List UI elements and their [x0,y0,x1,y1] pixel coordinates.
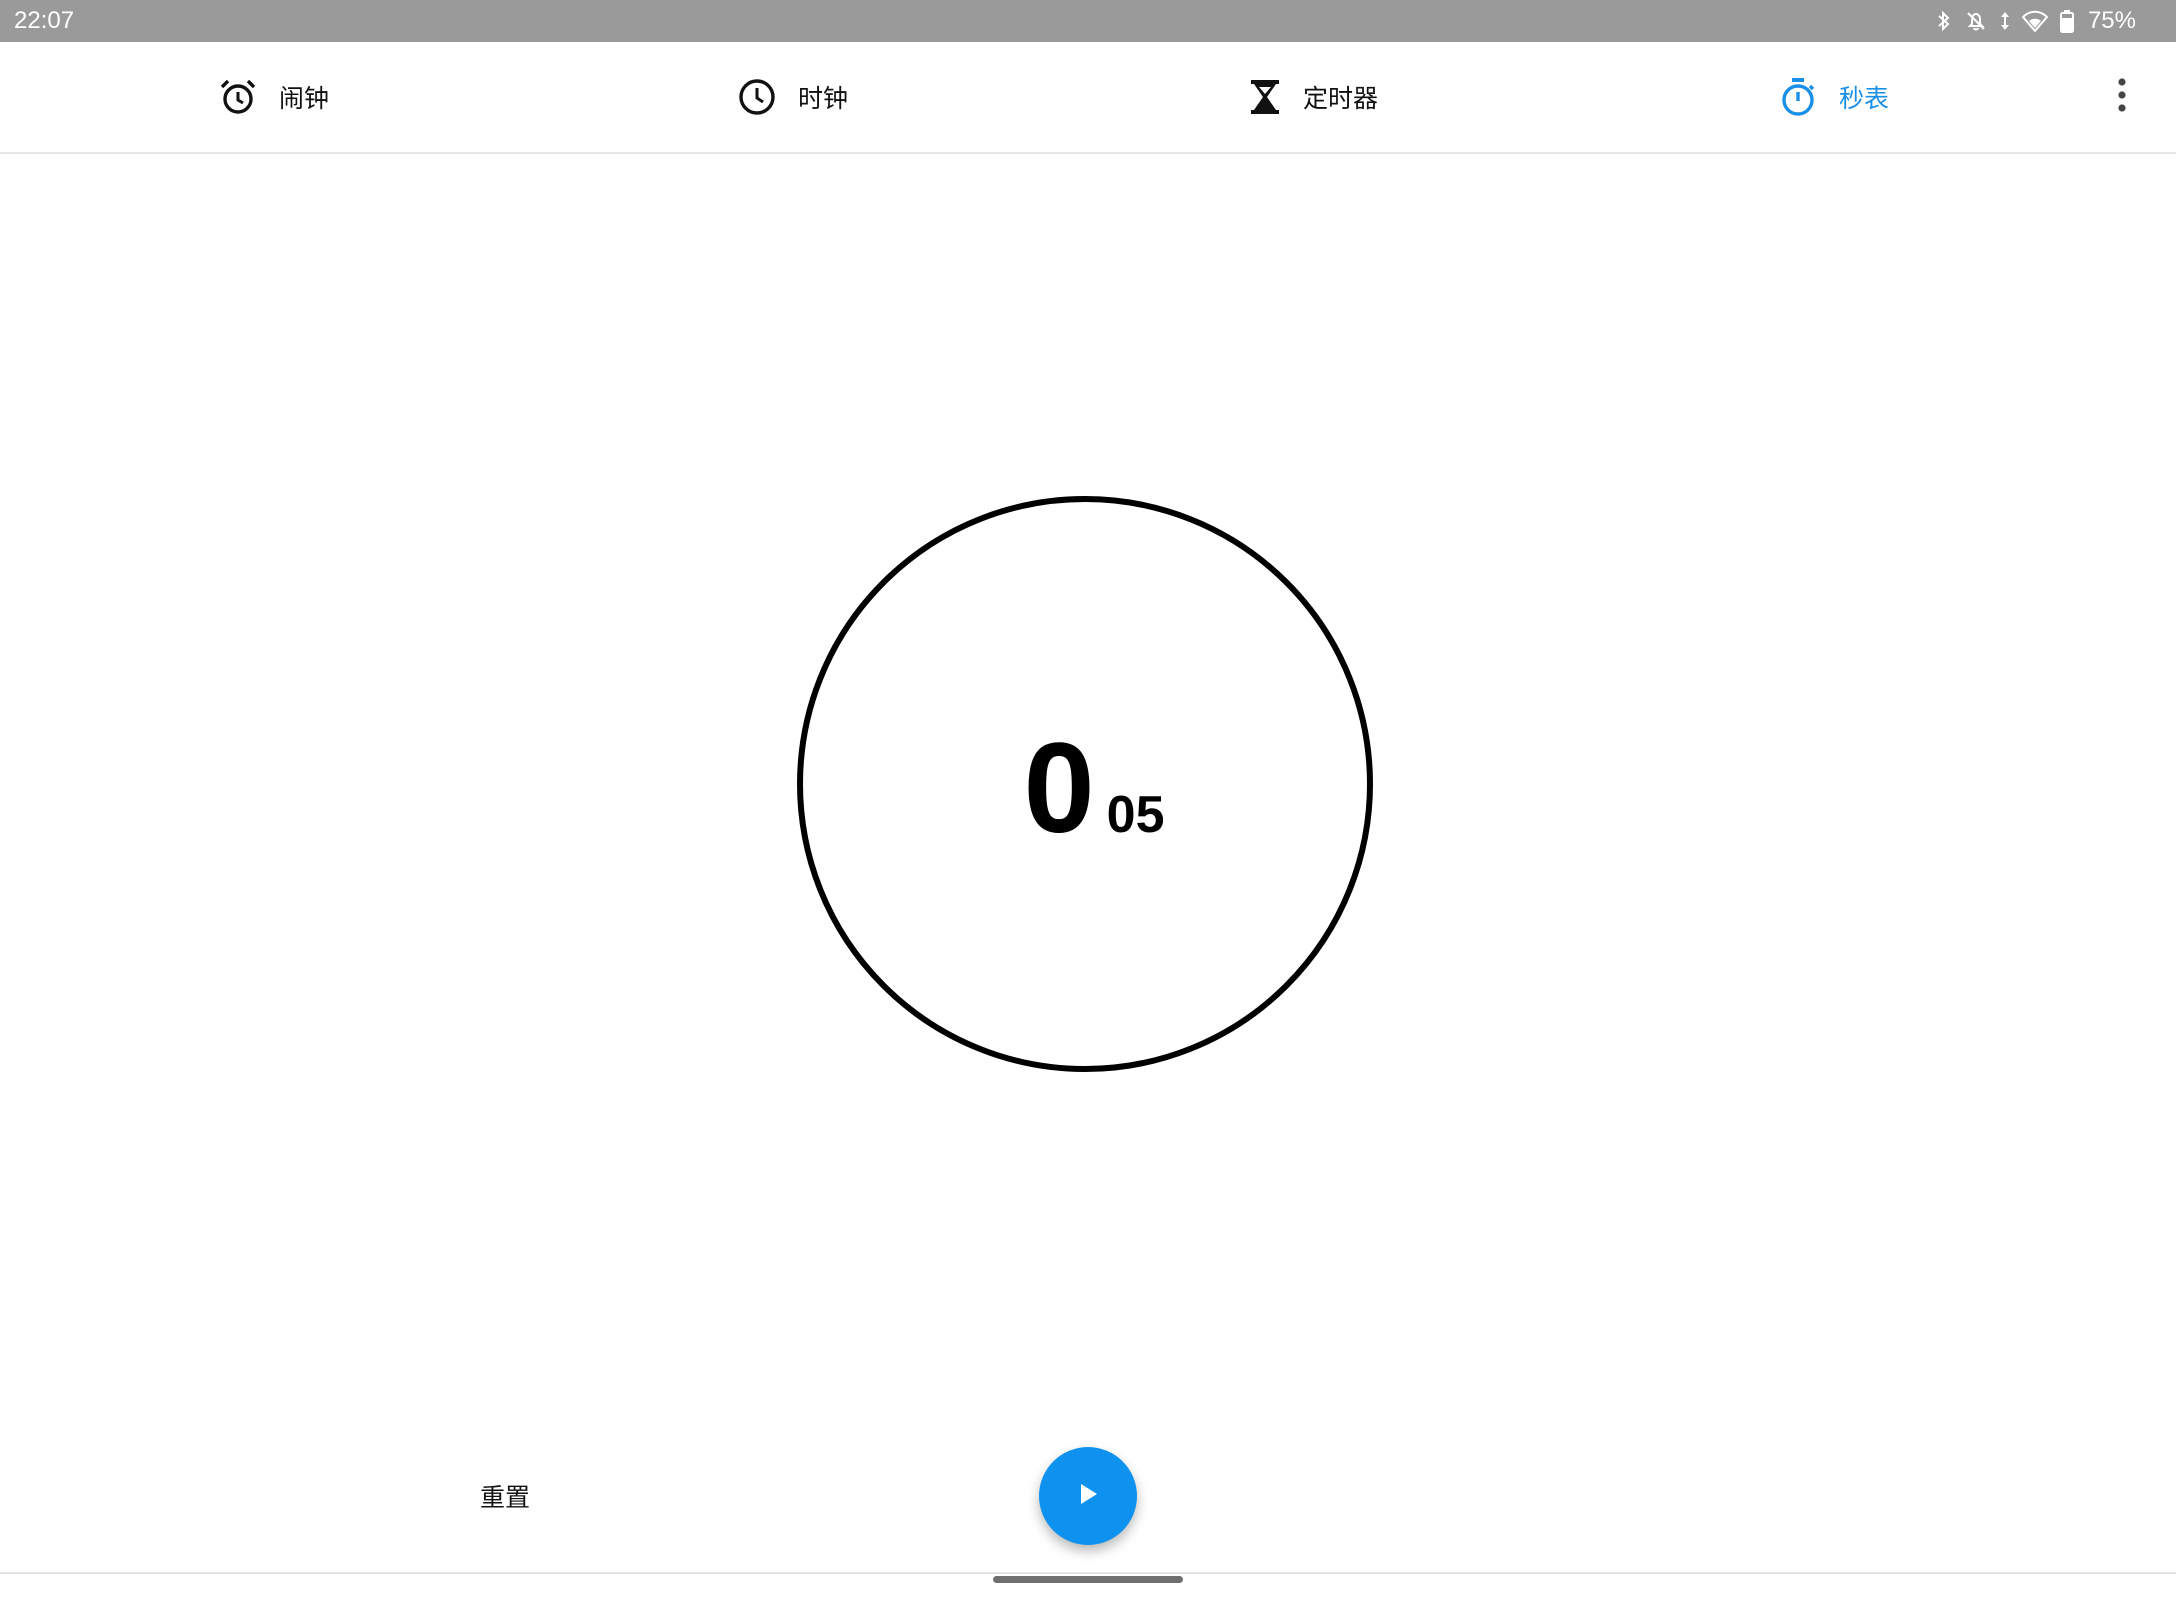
clock-icon [738,78,776,116]
tab-timer[interactable]: 定时器 [1249,42,1378,152]
gesture-handle[interactable] [993,1576,1183,1583]
hourglass-icon [1249,79,1281,115]
tab-clock[interactable]: 时钟 [738,42,848,152]
tab-stopwatch[interactable]: 秒表 [1779,42,1889,152]
battery-percent: 75% [2087,7,2136,34]
alarm-icon [219,78,257,116]
notifications-off-icon [1964,9,1988,33]
play-button[interactable] [1039,1447,1137,1545]
stopwatch-dial: 0 05 [797,496,1373,1072]
stopwatch-icon [1779,77,1817,117]
tab-stopwatch-label: 秒表 [1839,84,1890,113]
data-arrows-icon [2000,9,2010,33]
more-vert-icon [2117,78,2127,116]
tab-alarm-label: 闹钟 [279,84,330,113]
tab-alarm[interactable]: 闹钟 [219,42,329,152]
tab-bar: 闹钟 时钟 定时器 秒表 [0,42,2176,154]
reset-button[interactable]: 重置 [462,1472,548,1520]
time-value: 0 05 [1023,725,1164,853]
time-seconds: 0 [1023,717,1095,860]
status-bar: 22:07 75% [0,0,2176,42]
tab-clock-label: 时钟 [798,84,849,113]
time-hundredths: 05 [1106,786,1165,844]
bluetooth-icon [1936,9,1952,33]
bottom-divider [0,1572,2176,1574]
tab-timer-label: 定时器 [1303,84,1379,113]
status-icons: 75% [1936,6,2136,36]
wifi-icon [2021,9,2048,33]
status-time: 22:07 [14,7,75,34]
more-options-button[interactable] [2100,72,2144,122]
time-readout: 0 05 [803,502,1379,1078]
battery-icon [2059,9,2074,33]
play-icon [1076,1481,1100,1511]
